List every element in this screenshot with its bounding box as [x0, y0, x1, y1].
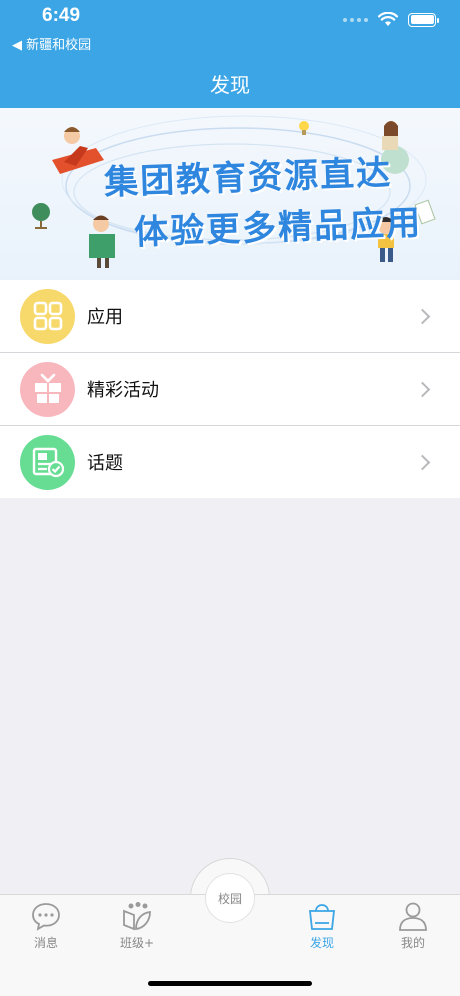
- banner-headline: 集团教育资源直达: [103, 152, 393, 204]
- tab-discover[interactable]: 发现: [287, 901, 357, 951]
- news-check-icon: [20, 434, 75, 490]
- chevron-right-icon: [414, 454, 431, 470]
- tab-class[interactable]: 班级+: [102, 901, 172, 951]
- status-icons: [343, 12, 439, 27]
- chat-bubble-icon: [32, 903, 60, 931]
- back-to-app-link[interactable]: ◀ 新疆和校园: [12, 34, 91, 53]
- tab-label: 班级+: [119, 936, 155, 950]
- shopping-bag-icon: [308, 904, 336, 930]
- menu-item-label: 精彩活动: [87, 380, 159, 401]
- menu-item-label: 应用: [87, 307, 123, 328]
- page-title: 发现: [210, 73, 250, 97]
- chevron-right-icon: [414, 308, 431, 324]
- discover-menu: 应用 精彩活动 话题: [0, 280, 460, 498]
- wifi-icon: [378, 12, 398, 26]
- status-time: 6:49: [42, 5, 81, 26]
- menu-item-apps[interactable]: 应用: [0, 280, 460, 353]
- gift-icon: [20, 361, 75, 417]
- chevron-right-icon: [414, 381, 431, 397]
- battery-icon: [408, 12, 439, 27]
- promo-banner[interactable]: 集团教育资源直达 体验更多精品应用: [0, 108, 460, 280]
- tab-messages[interactable]: 消息: [11, 901, 81, 951]
- menu-item-label: 话题: [87, 453, 123, 474]
- home-indicator: [148, 981, 312, 986]
- class-leaf-icon: [123, 902, 151, 931]
- tab-profile[interactable]: 我的: [378, 901, 448, 951]
- signal-icon: [343, 17, 368, 22]
- tab-label: 我的: [400, 936, 425, 950]
- banner-subheadline: 体验更多精品应用: [133, 202, 423, 254]
- menu-item-activities[interactable]: 精彩活动: [0, 353, 460, 426]
- menu-item-topics[interactable]: 话题: [0, 426, 460, 498]
- tab-campus[interactable]: 校园: [205, 873, 255, 923]
- person-icon: [399, 902, 427, 931]
- campus-circle-icon: 校园: [217, 891, 242, 906]
- tab-label: 消息: [33, 936, 58, 950]
- globe-icon: [32, 203, 50, 229]
- apps-grid-icon: [20, 288, 75, 344]
- tab-label: 发现: [309, 936, 334, 950]
- header-bar: 6:49 ◀ 新疆和校园 发现: [0, 0, 460, 108]
